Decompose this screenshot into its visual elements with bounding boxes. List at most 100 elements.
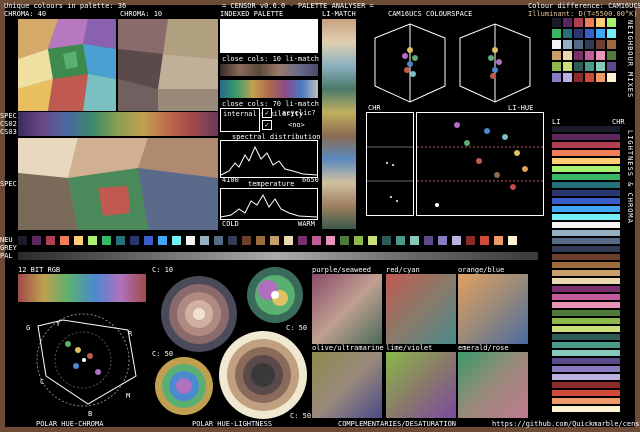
disc-c50c — [218, 330, 308, 420]
palette-swatch[interactable] — [200, 236, 209, 245]
lightness-chroma-bar — [552, 270, 620, 276]
palette-swatch[interactable] — [410, 236, 419, 245]
mix-swatch — [585, 62, 594, 71]
lightness-chroma-bar — [552, 254, 620, 260]
palette-swatch[interactable] — [116, 236, 125, 245]
mix-swatch — [574, 29, 583, 38]
palette-swatch[interactable] — [326, 236, 335, 245]
palette-swatch[interactable] — [60, 236, 69, 245]
github-link[interactable]: https://github.com/Quickmarble/censor — [492, 420, 640, 428]
purple-seaweed-label: purple/seaweed — [312, 266, 372, 274]
lightness-chroma-bar — [552, 174, 620, 180]
mix-swatch — [552, 62, 561, 71]
checkbox-1[interactable]: ✓ — [262, 108, 272, 118]
palette-swatch[interactable] — [256, 236, 265, 245]
cs03-label: CS03 — [0, 128, 17, 136]
hue-b: B — [88, 410, 93, 418]
neighbour-mixes-grid — [552, 18, 622, 110]
palette-swatch[interactable] — [228, 236, 237, 245]
palette-swatch[interactable] — [46, 236, 55, 245]
checkbox-2[interactable]: ✓ — [262, 120, 272, 130]
orange-blue-label: orange/blue — [458, 266, 505, 274]
palette-swatch[interactable] — [298, 236, 307, 245]
purple-seaweed-tile — [312, 274, 382, 344]
disc-c50b — [154, 356, 214, 416]
lime-violet-tile — [386, 352, 456, 418]
palette-swatch[interactable] — [508, 236, 517, 245]
mix-swatch — [552, 18, 561, 27]
palette-swatch[interactable] — [186, 236, 195, 245]
cam16ucs-label: CAM16UCS COLOURSPACE — [388, 10, 473, 18]
mix-swatch — [563, 40, 572, 49]
palette-swatch[interactable] — [270, 236, 279, 245]
palette-swatch[interactable] — [32, 236, 41, 245]
close-cols-10-strip — [220, 64, 318, 76]
lightness-chroma-bar — [552, 278, 620, 284]
palette-swatch[interactable] — [452, 236, 461, 245]
lightness-chroma-bar — [552, 230, 620, 236]
mix-swatch — [563, 51, 572, 60]
chroma10-voronoi — [118, 19, 218, 111]
palette-swatch[interactable] — [242, 236, 251, 245]
palette-swatch[interactable] — [354, 236, 363, 245]
c10-label: C: 10 — [152, 266, 174, 274]
palette-swatch[interactable] — [424, 236, 433, 245]
palette-swatch[interactable] — [214, 236, 223, 245]
mix-swatch — [585, 18, 594, 27]
palette-swatch[interactable] — [144, 236, 153, 245]
lightness-chroma-bar — [552, 374, 620, 380]
spec-sds-voronoi — [18, 138, 218, 230]
mix-swatch — [552, 40, 561, 49]
close-cols-mid-strip — [220, 80, 318, 98]
internal-similarity-box: internal similarity — [220, 108, 303, 132]
red-cyan-tile — [386, 274, 456, 344]
palette-swatch[interactable] — [74, 236, 83, 245]
lightness-chroma-bars — [552, 126, 628, 426]
chroma40-label: CHROMA: 40 — [4, 10, 47, 18]
lightness-chroma-bar — [552, 126, 620, 132]
palette-swatch[interactable] — [438, 236, 447, 245]
palette-swatch[interactable] — [172, 236, 181, 245]
palette-swatch[interactable] — [480, 236, 489, 245]
temperature-plot — [220, 188, 318, 220]
chroma40-voronoi — [18, 19, 116, 111]
palette-swatch[interactable] — [368, 236, 377, 245]
illuminant-label: Illuminant: D(T=5500.00°K) — [528, 10, 638, 18]
lightness-chroma-bar — [552, 182, 620, 188]
cam16ucs-plot — [364, 19, 544, 109]
lightness-chroma-bar — [552, 190, 620, 196]
palette-swatch[interactable] — [312, 236, 321, 245]
li-column-label: LI — [552, 118, 561, 126]
palette-swatch[interactable] — [284, 236, 293, 245]
app-title: = CENSOR v0.6.0 - PALETTE ANALYSER = — [222, 2, 374, 10]
complementaries-label: COMPLEMENTARIES/DESATURATION — [338, 420, 457, 428]
palette-swatch[interactable] — [494, 236, 503, 245]
palette-swatch[interactable] — [130, 236, 139, 245]
mix-swatch — [596, 18, 605, 27]
palette-swatch[interactable] — [396, 236, 405, 245]
hue-g: G — [26, 324, 31, 332]
palette-swatch[interactable] — [102, 236, 111, 245]
spectral-distribution-plot — [220, 140, 318, 178]
li-hue-label: LI-HUE — [508, 104, 534, 112]
lightness-chroma-bar — [552, 294, 620, 300]
palette-swatch[interactable] — [340, 236, 349, 245]
warm-label: WARM — [298, 220, 315, 228]
palette-swatch[interactable] — [158, 236, 167, 245]
lightness-chroma-bar — [552, 390, 620, 396]
palette-swatch[interactable] — [382, 236, 391, 245]
lightness-chroma-bar — [552, 310, 620, 316]
palette-swatch[interactable] — [466, 236, 475, 245]
lightness-chroma-bar — [552, 262, 620, 268]
palette-swatch[interactable] — [18, 236, 27, 245]
hue-y: Y — [56, 320, 61, 328]
mix-swatch — [607, 40, 616, 49]
lightness-chroma-bar — [552, 406, 620, 412]
temperature-label: temperature — [248, 180, 295, 188]
li-match-column — [322, 19, 356, 229]
palette-swatch[interactable] — [88, 236, 97, 245]
orange-blue-tile — [458, 274, 528, 344]
mix-swatch — [585, 51, 594, 60]
cold-label: COLD — [222, 220, 239, 228]
unique-colours-label: Unique colours in palette: 36 — [4, 2, 127, 10]
